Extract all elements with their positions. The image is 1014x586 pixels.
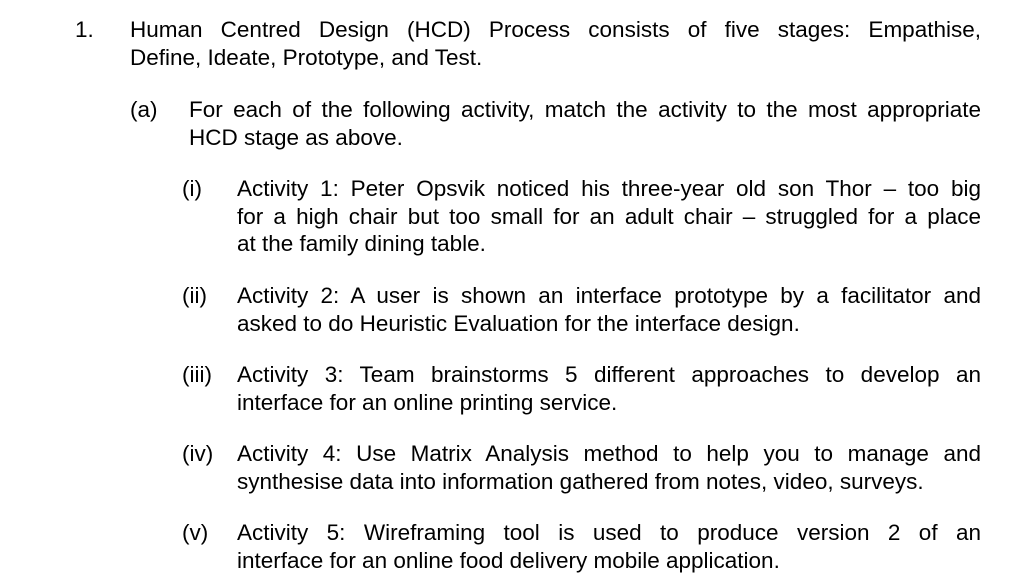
activity-line: interface for an online food delivery mo… bbox=[237, 547, 780, 573]
activity-line: asked to do Heuristic Evaluation for the… bbox=[237, 310, 800, 336]
subpart-label: (i) bbox=[182, 176, 202, 201]
subpart-label: (v) bbox=[182, 520, 209, 545]
activity-line: at the family dining table. bbox=[237, 231, 486, 256]
part-a-line: HCD stage as above. bbox=[189, 124, 403, 150]
subpart-label: (iii) bbox=[182, 362, 212, 387]
question-stem-line: Human Centred Design (HCD) Process consi… bbox=[130, 17, 981, 42]
part-a-instructions: For each of the following activity, matc… bbox=[189, 96, 981, 151]
activity-line: Activity 3: Team brainstorms 5 different… bbox=[237, 362, 981, 387]
question-number: 1. bbox=[75, 17, 94, 42]
activity-5-text: Activity 5: Wireframing tool is used to … bbox=[237, 519, 981, 574]
part-a-line: For each of the following activity, matc… bbox=[189, 97, 981, 122]
activity-3-text: Activity 3: Team brainstorms 5 different… bbox=[237, 361, 981, 416]
activity-4-text: Activity 4: Use Matrix Analysis method t… bbox=[237, 440, 981, 495]
activity-2-text: Activity 2: A user is shown an interface… bbox=[237, 282, 981, 337]
question-stem: Human Centred Design (HCD) Process consi… bbox=[130, 16, 981, 71]
activity-line: interface for an online printing service… bbox=[237, 389, 618, 415]
activity-line: Activity 1: Peter Opsvik noticed his thr… bbox=[237, 176, 981, 201]
part-label: (a) bbox=[130, 97, 158, 122]
activity-line: Activity 2: A user is shown an interface… bbox=[237, 283, 981, 308]
subpart-label: (iv) bbox=[182, 441, 214, 466]
activity-line: for a high chair but too small for an ad… bbox=[237, 203, 981, 229]
activity-1-text: Activity 1: Peter Opsvik noticed his thr… bbox=[237, 175, 981, 258]
activity-line: synthesise data into information gathere… bbox=[237, 468, 924, 494]
activity-line: Activity 5: Wireframing tool is used to … bbox=[237, 520, 981, 545]
subpart-label: (ii) bbox=[182, 283, 207, 308]
question-stem-line: Define, Ideate, Prototype, and Test. bbox=[130, 44, 483, 70]
activity-line: Activity 4: Use Matrix Analysis method t… bbox=[237, 441, 981, 466]
